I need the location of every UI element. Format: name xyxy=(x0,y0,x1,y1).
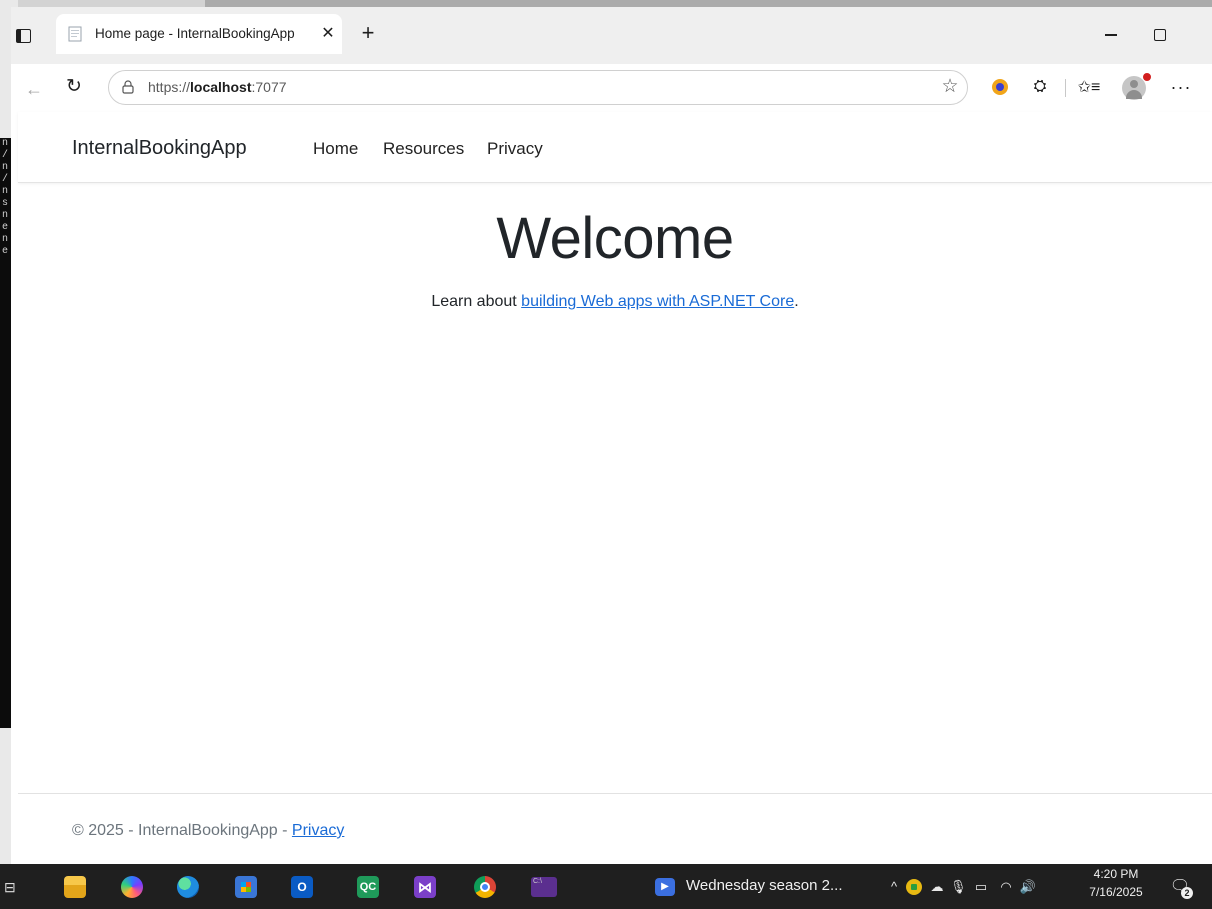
minimize-button[interactable] xyxy=(1100,24,1124,44)
visual-studio-icon[interactable]: ⋈ xyxy=(414,876,436,898)
tab-close-icon[interactable]: ✕ xyxy=(318,24,338,44)
nav-link-resources[interactable]: Resources xyxy=(383,139,464,159)
copilot-icon[interactable] xyxy=(121,876,143,898)
refresh-button[interactable]: ↻ xyxy=(62,75,86,99)
media-now-playing[interactable]: Wednesday season 2... xyxy=(686,877,843,894)
wifi-icon[interactable]: ◠ xyxy=(995,877,1017,897)
learn-about-text: Learn about building Web apps with ASP.N… xyxy=(18,293,1212,311)
footer-divider xyxy=(18,793,1212,794)
aspnet-docs-link[interactable]: building Web apps with ASP.NET Core xyxy=(521,293,794,310)
qc-app-icon[interactable]: QC xyxy=(357,876,379,898)
page-title: Welcome xyxy=(496,206,734,271)
terminal-icon[interactable]: C:\ xyxy=(531,877,557,897)
url-scheme: https:// xyxy=(148,79,191,95)
more-menu-button[interactable]: ··· xyxy=(1166,76,1196,100)
maximize-button[interactable] xyxy=(1148,24,1172,44)
background-window-top xyxy=(205,0,1212,7)
back-button[interactable]: ← xyxy=(22,77,46,101)
clock-date[interactable]: 7/16/2025 xyxy=(1086,885,1146,899)
volume-icon[interactable]: 🔊 xyxy=(1017,877,1039,897)
toolbar-divider xyxy=(1065,79,1066,97)
file-explorer-icon[interactable] xyxy=(64,876,86,898)
url-port: :7077 xyxy=(251,79,287,95)
favorites-button[interactable]: ✩≡ xyxy=(1077,77,1101,99)
profile-notification-dot xyxy=(1142,72,1152,82)
chrome-icon[interactable] xyxy=(474,876,496,898)
new-tab-button[interactable]: + xyxy=(356,22,380,46)
tab-actions-icon[interactable] xyxy=(12,24,34,48)
learn-prefix: Learn about xyxy=(431,293,522,310)
battery-icon[interactable]: ▭ xyxy=(970,877,992,897)
media-player-icon[interactable]: ▶ xyxy=(655,878,675,896)
site-footer: © 2025 - InternalBookingApp - Privacy xyxy=(72,822,344,840)
nav-link-privacy[interactable]: Privacy xyxy=(487,139,543,159)
task-view-icon[interactable]: ⊟ xyxy=(4,878,18,896)
clock-time[interactable]: 4:20 PM xyxy=(1086,867,1146,881)
address-url[interactable]: https://localhost:7077 xyxy=(148,79,287,97)
footer-copyright: © 2025 - InternalBookingApp - xyxy=(72,822,292,839)
add-favorite-star-icon[interactable]: ☆ xyxy=(939,76,961,98)
tab-title: Home page - InternalBookingApp xyxy=(95,26,295,41)
tray-overflow-chevron-icon[interactable]: ^ xyxy=(885,877,903,897)
notification-count-badge: 2 xyxy=(1181,887,1193,899)
footer-privacy-link[interactable]: Privacy xyxy=(292,822,344,839)
tray-app-icon[interactable] xyxy=(906,879,922,895)
lock-icon[interactable] xyxy=(122,80,134,94)
learn-suffix: . xyxy=(794,293,799,310)
outlook-icon[interactable]: O xyxy=(291,876,313,898)
edge-icon[interactable] xyxy=(177,876,199,898)
microphone-icon[interactable]: 🎙 xyxy=(950,877,967,897)
extensions-puzzle-icon[interactable]: ⛭ xyxy=(1030,77,1050,97)
site-brand-link[interactable]: InternalBookingApp xyxy=(72,137,247,160)
page-favicon-icon xyxy=(68,26,82,42)
onedrive-cloud-icon[interactable]: ☁ xyxy=(926,877,948,897)
microsoft-store-icon[interactable] xyxy=(235,876,257,898)
nav-link-home[interactable]: Home xyxy=(313,139,358,159)
extension-icon[interactable] xyxy=(992,79,1008,95)
url-host: localhost xyxy=(190,79,252,95)
